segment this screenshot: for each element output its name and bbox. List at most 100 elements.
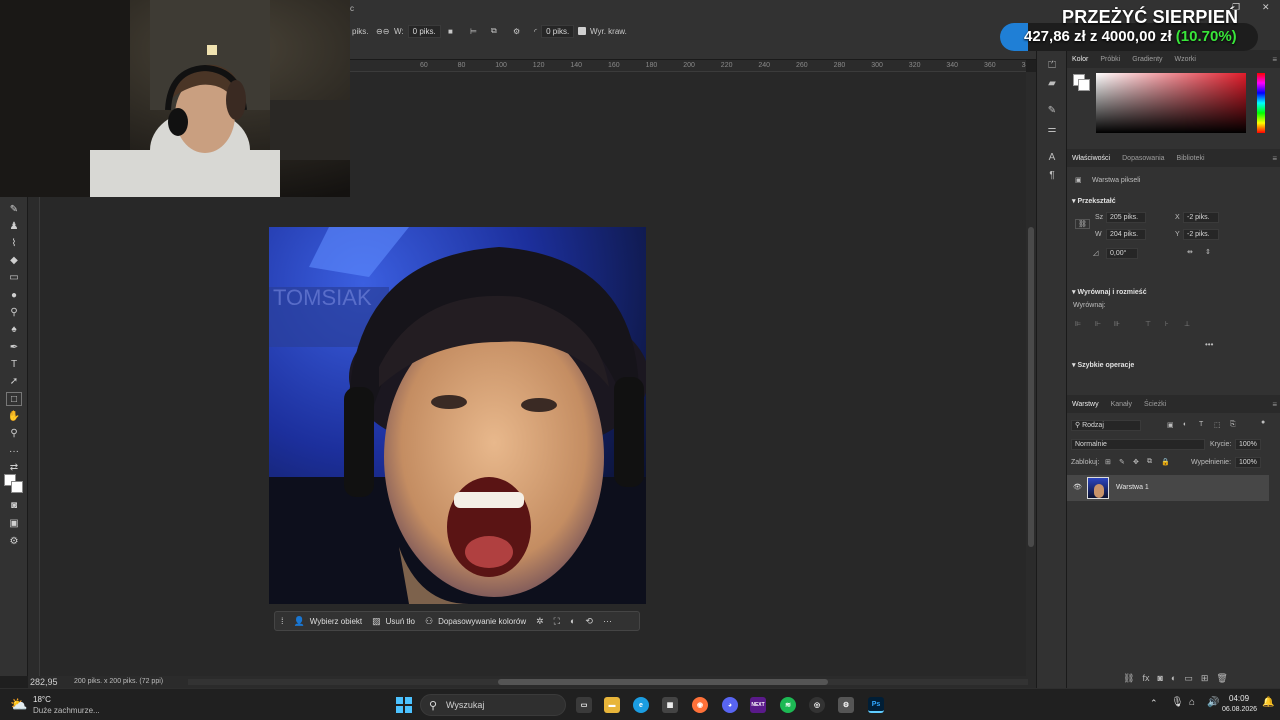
volume-icon[interactable]: 🔊 (1207, 697, 1219, 708)
store-icon[interactable]: ▦ (662, 697, 678, 713)
sparkle-icon[interactable]: ✲ (536, 616, 544, 627)
quick-mask-icon[interactable]: ◙ (6, 498, 22, 512)
gear-icon[interactable]: ⚙ (513, 24, 520, 38)
lock-artboard-icon[interactable]: ⧉ (1147, 458, 1152, 466)
type-tool-icon[interactable]: T (6, 357, 22, 371)
network-icon[interactable]: ⌂ (1189, 697, 1195, 708)
panel-menu-icon[interactable]: ≡ (1272, 154, 1277, 163)
transform-section-title[interactable]: ▾ Przekształć (1072, 197, 1116, 205)
y-field[interactable]: -2 piks. (1183, 229, 1219, 240)
lock-position-icon[interactable]: ✥ (1133, 458, 1139, 466)
history-icon[interactable]: ⏍ (1045, 58, 1059, 72)
brush-tool-icon[interactable]: ✎ (6, 202, 22, 216)
close-window-icon[interactable]: ✕ (1262, 2, 1270, 13)
layer-filter-select[interactable]: ⚲ Rodzaj (1071, 420, 1141, 431)
align-section-title[interactable]: ▾ Wyrównaj i rozmieść (1072, 288, 1147, 296)
blur-icon[interactable]: ● (6, 288, 22, 302)
edge-icon[interactable]: e (633, 697, 649, 713)
restore-window-icon[interactable]: ❐ (1232, 2, 1240, 13)
tab-adjustments[interactable]: Dopasowania (1122, 155, 1164, 162)
zoom-icon[interactable]: ⚲ (6, 426, 22, 440)
fill-field[interactable]: 100% (1235, 457, 1261, 468)
tab-properties[interactable]: Właściwości (1072, 155, 1110, 162)
more-tools-icon[interactable]: ··· (6, 444, 22, 458)
flip-vertical-icon[interactable]: ⇕ (1205, 248, 1211, 256)
generative-icon[interactable]: ⟲ (585, 616, 593, 627)
zoom-level[interactable]: 282,95 (30, 677, 58, 687)
align-center-icon[interactable]: ⊩ (1095, 320, 1101, 328)
filter-toggle-icon[interactable]: ● (1261, 419, 1265, 426)
path-selection-icon[interactable]: ➚ (6, 374, 22, 388)
more-options-icon[interactable]: ··· (603, 616, 612, 626)
fx-icon[interactable]: fx (1142, 673, 1149, 684)
new-group-icon[interactable]: ▭ (1184, 673, 1193, 684)
settings-icon[interactable]: ⚙ (838, 697, 854, 713)
path-arrangement-icon[interactable]: ⧉ (491, 24, 497, 38)
width-field[interactable]: 205 piks. (1106, 212, 1146, 223)
start-button[interactable] (396, 697, 412, 713)
horizontal-scroll-thumb[interactable] (498, 679, 828, 685)
link-layers-icon[interactable]: ⛓ (1123, 673, 1134, 684)
color-match-button[interactable]: ⚇ Dopasowywanie kolorów (425, 616, 526, 627)
chevron-up-icon[interactable]: ⌃ (1150, 698, 1158, 709)
new-layer-icon[interactable]: ⊞ (1201, 673, 1209, 684)
screen-mode-icon[interactable]: ▣ (6, 516, 22, 530)
tab-channels[interactable]: Kanały (1111, 401, 1132, 408)
filter-shape-icon[interactable]: ⬚ (1214, 421, 1221, 429)
file-explorer-icon[interactable]: ▬ (604, 697, 620, 713)
vertical-scrollbar[interactable] (1026, 72, 1036, 676)
flip-horizontal-icon[interactable]: ⇹ (1187, 248, 1193, 256)
panel-menu-icon[interactable]: ≡ (1272, 400, 1277, 409)
clock-time[interactable]: 04:09 (1229, 694, 1249, 703)
vertical-scroll-thumb[interactable] (1028, 227, 1034, 547)
obs-icon[interactable]: ◎ (809, 697, 825, 713)
filter-adjustment-icon[interactable]: ◐ (1183, 421, 1187, 428)
align-edges-checkbox[interactable]: Wyr. kraw. (578, 24, 627, 38)
firefox-icon[interactable]: ◉ (692, 697, 708, 713)
filter-type-icon[interactable]: T (1199, 421, 1203, 428)
link-icon[interactable]: ⊖⊖ (376, 24, 389, 38)
lock-all-icon[interactable]: 🔒 (1161, 458, 1170, 466)
blend-mode-select[interactable]: Normalnie (1071, 439, 1205, 450)
sponge-icon[interactable]: ♠ (6, 322, 22, 336)
align-right-icon[interactable]: ⊪ (1114, 320, 1120, 328)
select-subject-button[interactable]: 👤 Wybierz obiekt (294, 616, 363, 627)
dodge-icon[interactable]: ⚲ (6, 305, 22, 319)
align-middle-icon[interactable]: ⊦ (1165, 320, 1169, 328)
tab-patterns[interactable]: Wzorki (1175, 56, 1196, 63)
horizontal-scrollbar[interactable] (188, 679, 1028, 685)
photoshop-taskbar-icon[interactable]: Ps (868, 697, 884, 713)
x-field[interactable]: -2 piks. (1183, 212, 1219, 223)
comments-icon[interactable]: ▰ (1045, 76, 1059, 90)
clock-date[interactable]: 06.08.2026 (1222, 706, 1257, 713)
color-panel-background-swatch[interactable] (1078, 79, 1090, 91)
hue-slider[interactable] (1257, 73, 1265, 133)
tab-libraries[interactable]: Biblioteki (1177, 155, 1205, 162)
hand-icon[interactable]: ✋ (6, 409, 22, 423)
edit-toolbar-icon[interactable]: ⚙ (6, 534, 22, 548)
tab-layers[interactable]: Warstwy (1072, 401, 1099, 408)
tab-paths[interactable]: Ścieżki (1144, 401, 1166, 408)
more-align-button[interactable]: ••• (1205, 340, 1213, 349)
path-alignment-icon[interactable]: ⊨ (470, 24, 477, 38)
weather-widget[interactable]: ⛅ (10, 696, 32, 714)
notifications-icon[interactable]: 🔔 (1262, 697, 1274, 708)
lock-pixels-icon[interactable]: ✎ (1119, 458, 1125, 466)
kick-app-icon[interactable]: NEXT (750, 697, 766, 713)
history-brush-icon[interactable]: ⌇ (6, 236, 22, 250)
paragraph-icon[interactable]: ¶ (1045, 168, 1059, 182)
new-adjustment-icon[interactable]: ◐ (1171, 673, 1176, 684)
spotify-icon[interactable]: ≋ (780, 697, 796, 713)
panel-menu-icon[interactable]: ≡ (1272, 55, 1277, 64)
eraser-icon[interactable]: ◆ (6, 253, 22, 267)
taskbar-search[interactable]: ⚲ Wyszukaj (420, 694, 566, 716)
filter-smart-object-icon[interactable]: ⎘ (1230, 421, 1236, 429)
trash-icon[interactable]: 🗑 (1216, 673, 1227, 684)
opacity-field[interactable]: 100% (1235, 439, 1261, 450)
crop-icon[interactable]: ⛶ (554, 616, 560, 627)
document-info[interactable]: 200 piks. x 200 piks. (72 ppi) (74, 678, 163, 685)
rectangle-tool-icon[interactable]: □ (6, 392, 22, 406)
layer-row[interactable]: 👁 Warstwa 1 (1067, 475, 1269, 501)
background-color-swatch[interactable] (11, 481, 23, 493)
discord-icon[interactable]: ◕ (722, 697, 738, 713)
